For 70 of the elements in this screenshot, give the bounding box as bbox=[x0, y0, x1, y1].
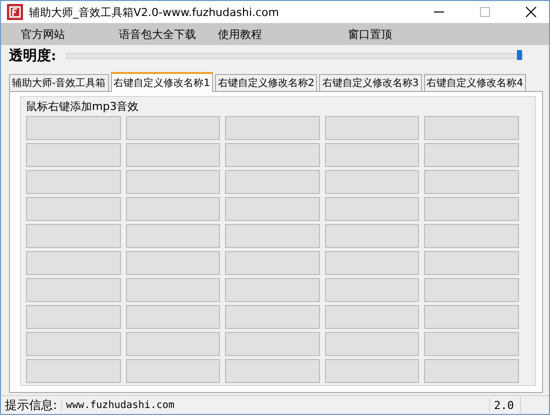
sound-button[interactable] bbox=[26, 278, 121, 302]
sound-button[interactable] bbox=[126, 224, 220, 248]
sound-button[interactable] bbox=[424, 305, 519, 329]
sound-button[interactable] bbox=[225, 359, 320, 383]
group-title: 鼠标右键添加mp3音效 bbox=[26, 99, 140, 114]
maximize-icon[interactable] bbox=[479, 6, 491, 18]
opacity-label: 透明度: bbox=[9, 47, 56, 65]
version-text: 2.0 bbox=[489, 398, 520, 412]
sound-button[interactable] bbox=[225, 116, 320, 140]
sound-button[interactable] bbox=[324, 143, 420, 167]
sound-button[interactable] bbox=[225, 251, 320, 275]
sound-button[interactable] bbox=[324, 251, 420, 275]
sound-button[interactable] bbox=[324, 332, 420, 356]
sound-button[interactable] bbox=[126, 332, 220, 356]
sound-button[interactable] bbox=[225, 197, 320, 221]
sound-button[interactable] bbox=[26, 332, 121, 356]
sound-button[interactable] bbox=[126, 170, 220, 194]
sound-button[interactable] bbox=[26, 224, 121, 248]
tab[interactable]: 右键自定义修改名称4 bbox=[424, 74, 526, 91]
sound-button[interactable] bbox=[424, 116, 519, 140]
sound-button[interactable] bbox=[26, 197, 121, 221]
sound-button[interactable] bbox=[424, 332, 519, 356]
menu-item[interactable]: 官方网站 bbox=[21, 26, 65, 42]
opacity-slider[interactable] bbox=[66, 53, 523, 59]
sound-button[interactable] bbox=[126, 359, 220, 383]
sound-button[interactable] bbox=[26, 170, 121, 194]
menu-item[interactable]: 窗口置顶 bbox=[348, 26, 392, 42]
window-title: 辅助大师_音效工具箱V2.0-www.fuzhudashi.com bbox=[29, 4, 279, 20]
sound-button[interactable] bbox=[26, 143, 121, 167]
sound-button[interactable] bbox=[26, 116, 121, 140]
close-icon[interactable] bbox=[525, 6, 537, 18]
sound-button[interactable] bbox=[126, 251, 220, 275]
tab[interactable]: 辅助大师-音效工具箱 bbox=[9, 74, 109, 91]
status-message: www.fuzhudashi.com bbox=[61, 400, 489, 410]
slider-thumb[interactable] bbox=[517, 50, 522, 60]
sound-button[interactable] bbox=[225, 224, 320, 248]
sound-button[interactable] bbox=[424, 143, 519, 167]
sound-button[interactable] bbox=[126, 143, 220, 167]
sound-button[interactable] bbox=[324, 116, 420, 140]
status-label: 提示信息: bbox=[4, 396, 58, 414]
sound-button[interactable] bbox=[126, 116, 220, 140]
sound-button[interactable] bbox=[126, 278, 220, 302]
sound-button[interactable] bbox=[225, 143, 320, 167]
sound-button[interactable] bbox=[324, 278, 420, 302]
sound-button[interactable] bbox=[324, 305, 420, 329]
app-logo-icon bbox=[7, 4, 23, 20]
sound-button[interactable] bbox=[324, 224, 420, 248]
sound-button[interactable] bbox=[324, 197, 420, 221]
tab[interactable]: 右键自定义修改名称3 bbox=[319, 74, 422, 91]
sound-button[interactable] bbox=[225, 332, 320, 356]
sound-button[interactable] bbox=[424, 251, 519, 275]
sound-button[interactable] bbox=[225, 305, 320, 329]
sound-button[interactable] bbox=[225, 278, 320, 302]
menu-item[interactable]: 使用教程 bbox=[218, 26, 262, 42]
sound-button[interactable] bbox=[424, 170, 519, 194]
menu-item[interactable]: 语音包大全下载 bbox=[119, 26, 196, 42]
sound-button[interactable] bbox=[324, 170, 420, 194]
tab[interactable]: 右键自定义修改名称1 bbox=[110, 72, 213, 92]
sound-button[interactable] bbox=[26, 305, 121, 329]
sound-button[interactable] bbox=[424, 278, 519, 302]
sound-button[interactable] bbox=[126, 197, 220, 221]
sound-button[interactable] bbox=[424, 224, 519, 248]
sound-button[interactable] bbox=[26, 359, 121, 383]
sound-button[interactable] bbox=[26, 251, 121, 275]
sound-button[interactable] bbox=[126, 305, 220, 329]
sound-button[interactable] bbox=[424, 359, 519, 383]
sound-button[interactable] bbox=[324, 359, 420, 383]
sound-button[interactable] bbox=[225, 170, 320, 194]
tab[interactable]: 右键自定义修改名称2 bbox=[214, 74, 318, 91]
sound-button[interactable] bbox=[424, 197, 519, 221]
